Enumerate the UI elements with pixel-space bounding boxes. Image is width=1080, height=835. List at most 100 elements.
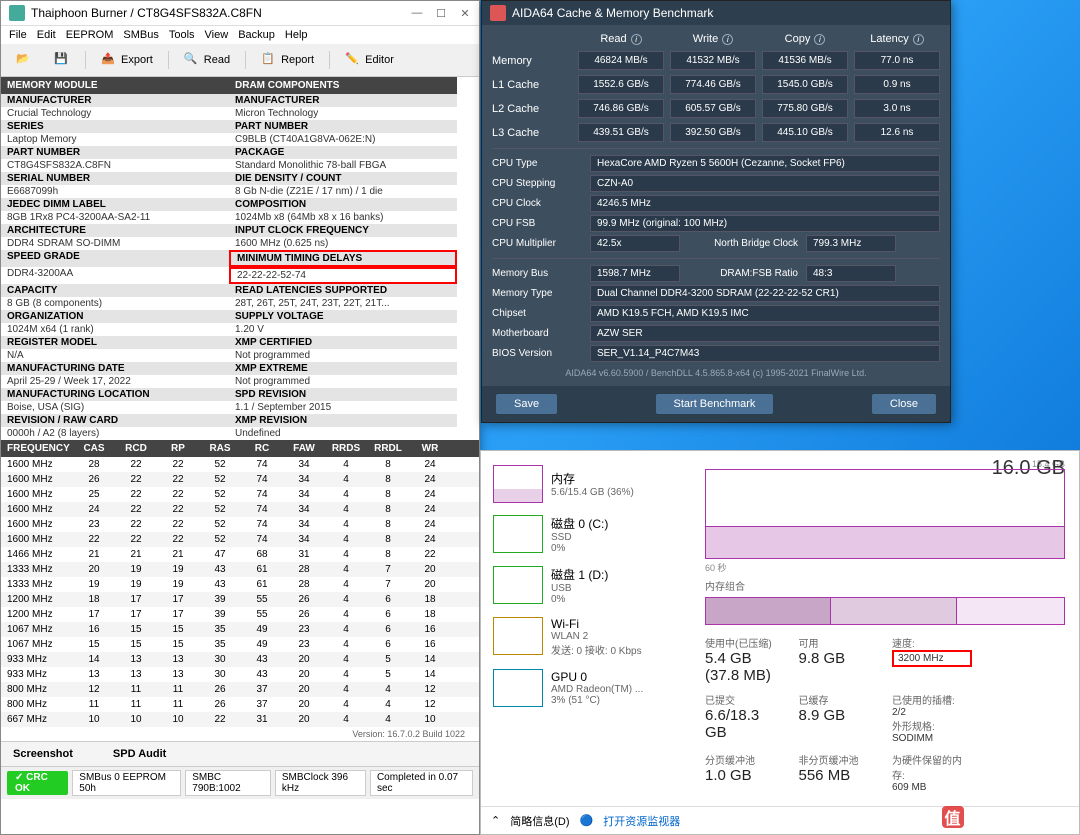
- info-label: COMPOSITION: [229, 198, 457, 211]
- info-label: READ LATENCIES SUPPORTED: [229, 284, 457, 297]
- sidebar-item-memory[interactable]: 内存5.6/15.4 GB (36%): [489, 459, 683, 509]
- aida-bench-row: L3 Cache439.51 GB/s392.50 GB/s445.10 GB/…: [492, 123, 940, 142]
- sidebar-item-disk1[interactable]: 磁盘 1 (D:)USB0%: [489, 560, 683, 611]
- bench-value[interactable]: 41536 MB/s: [762, 51, 848, 70]
- resmon-link[interactable]: 打开资源监视器: [603, 813, 680, 829]
- menu-file[interactable]: File: [9, 29, 27, 41]
- menu-backup[interactable]: Backup: [238, 29, 275, 41]
- export-icon: 📤: [101, 52, 117, 68]
- menu-edit[interactable]: Edit: [37, 29, 56, 41]
- info-label: XMP EXTREME: [229, 362, 457, 375]
- start-benchmark-button[interactable]: Start Benchmark: [656, 394, 774, 414]
- aida-info-row: CPU TypeHexaCore AMD Ryzen 5 5600H (Ceza…: [492, 155, 940, 172]
- sidebar-item-gpu[interactable]: GPU 0AMD Radeon(TM) ...3% (51 °C): [489, 663, 683, 713]
- menu-tools[interactable]: Tools: [169, 29, 195, 41]
- info-value: 0000h / A2 (8 layers): [1, 427, 229, 440]
- close-button[interactable]: Close: [872, 394, 936, 414]
- info-label: SERIES: [1, 120, 229, 133]
- freq-row: 1333 MHz2019194361284720: [1, 562, 479, 577]
- bench-value[interactable]: 392.50 GB/s: [670, 123, 756, 142]
- save-button[interactable]: 💾: [45, 48, 79, 72]
- save-button[interactable]: Save: [496, 394, 557, 414]
- bench-value[interactable]: 77.0 ns: [854, 51, 940, 70]
- spd-audit-button[interactable]: SPD Audit: [113, 748, 166, 760]
- status-clock: SMBClock 396 kHz: [275, 770, 366, 796]
- info-label: SUPPLY VOLTAGE: [229, 310, 457, 323]
- info-value: 8 Gb N-die (Z21E / 17 nm) / 1 die: [229, 185, 457, 198]
- menu-smbus[interactable]: SMBus: [123, 29, 158, 41]
- freq-row: 933 MHz1313133043204514: [1, 667, 479, 682]
- bench-value[interactable]: 0.9 ns: [854, 75, 940, 94]
- toolbar: 📂 💾 📤Export 🔍Read 📋Report ✏️Editor: [1, 44, 479, 77]
- info-label: ORGANIZATION: [1, 310, 229, 323]
- info-value: N/A: [1, 349, 229, 362]
- details-toggle[interactable]: 简略信息(D): [510, 813, 569, 829]
- bench-value[interactable]: 775.80 GB/s: [762, 99, 848, 118]
- info-label: SERIAL NUMBER: [1, 172, 229, 185]
- bench-value[interactable]: 12.6 ns: [854, 123, 940, 142]
- sidebar-item-wifi[interactable]: Wi-FiWLAN 2发送: 0 接收: 0 Kbps: [489, 611, 683, 663]
- menu-view[interactable]: View: [205, 29, 229, 41]
- close-button[interactable]: ✕: [459, 7, 471, 19]
- screenshot-button[interactable]: Screenshot: [13, 748, 73, 760]
- info-icon[interactable]: i: [913, 34, 924, 45]
- bench-value[interactable]: 41532 MB/s: [670, 51, 756, 70]
- resmon-icon: 🔵: [580, 814, 594, 827]
- aida-info-row: BIOS VersionSER_V1.14_P4C7M43: [492, 345, 940, 362]
- info-icon[interactable]: i: [814, 34, 825, 45]
- bench-value[interactable]: 746.86 GB/s: [578, 99, 664, 118]
- tm-sidebar: 内存5.6/15.4 GB (36%) 磁盘 0 (C:)SSD0% 磁盘 1 …: [481, 451, 691, 806]
- menu-help[interactable]: Help: [285, 29, 308, 41]
- folder-icon: 📂: [16, 52, 32, 68]
- memory-usage-graph: [705, 469, 1065, 559]
- freq-row: 1600 MHz2822225274344824: [1, 457, 479, 472]
- menubar: File Edit EEPROM SMBus Tools View Backup…: [1, 26, 479, 44]
- bench-value[interactable]: 3.0 ns: [854, 99, 940, 118]
- report-button[interactable]: 📋Report: [252, 48, 323, 72]
- bench-value[interactable]: 445.10 GB/s: [762, 123, 848, 142]
- aida-icon: [490, 5, 506, 21]
- thaiphon-titlebar: Thaiphoon Burner / CT8G4SFS832A.C8FN — ☐…: [1, 1, 479, 26]
- menu-eeprom[interactable]: EEPROM: [66, 29, 114, 41]
- info-value: 1024Mb x8 (64Mb x8 x 16 banks): [229, 211, 457, 224]
- frequency-table-header: FREQUENCYCASRCDRPRASRCFAWRRDSRRDLWR: [1, 440, 479, 457]
- bench-value[interactable]: 1552.6 GB/s: [578, 75, 664, 94]
- freq-row: 1200 MHz1817173955264618: [1, 592, 479, 607]
- aida-bench-row: Memory46824 MB/s41532 MB/s41536 MB/s77.0…: [492, 51, 940, 70]
- memory-bus-row: Memory Bus1598.7 MHz DRAM:FSB Ratio48:3: [492, 265, 940, 282]
- bench-value[interactable]: 1545.0 GB/s: [762, 75, 848, 94]
- status-time: Completed in 0.07 sec: [370, 770, 473, 796]
- export-button[interactable]: 📤Export: [92, 48, 162, 72]
- editor-button[interactable]: ✏️Editor: [336, 48, 403, 72]
- freq-row: 1600 MHz2422225274344824: [1, 502, 479, 517]
- bench-value[interactable]: 774.46 GB/s: [670, 75, 756, 94]
- bench-value[interactable]: 605.57 GB/s: [670, 99, 756, 118]
- info-label: MANUFACTURER: [1, 94, 229, 107]
- thaiphon-window: Thaiphoon Burner / CT8G4SFS832A.C8FN — ☐…: [0, 0, 480, 835]
- aida-actions: Save Start Benchmark Close: [482, 386, 950, 422]
- info-label: MINIMUM TIMING DELAYS: [229, 250, 457, 267]
- pencil-icon: ✏️: [345, 52, 361, 68]
- open-button[interactable]: 📂: [7, 48, 41, 72]
- sidebar-item-disk0[interactable]: 磁盘 0 (C:)SSD0%: [489, 509, 683, 560]
- freq-row: 1600 MHz2622225274344824: [1, 472, 479, 487]
- bench-value[interactable]: 46824 MB/s: [578, 51, 664, 70]
- info-icon[interactable]: i: [631, 34, 642, 45]
- info-label: MANUFACTURER: [229, 94, 457, 107]
- aida-info-row: Memory TypeDual Channel DDR4-3200 SDRAM …: [492, 285, 940, 302]
- info-value: Boise, USA (SIG): [1, 401, 229, 414]
- minimize-button[interactable]: —: [411, 7, 423, 19]
- info-icon[interactable]: i: [722, 34, 733, 45]
- task-manager-window: 16.0 GB 内存5.6/15.4 GB (36%) 磁盘 0 (C:)SSD…: [480, 450, 1080, 835]
- aida-info-row: CPU SteppingCZN-A0: [492, 175, 940, 192]
- window-title: Thaiphoon Burner / CT8G4SFS832A.C8FN: [31, 6, 411, 20]
- memory-module-header: MEMORY MODULE: [1, 77, 229, 94]
- read-button[interactable]: 🔍Read: [175, 48, 239, 72]
- info-label: CAPACITY: [1, 284, 229, 297]
- bench-value[interactable]: 439.51 GB/s: [578, 123, 664, 142]
- tm-detail-panel: 15.4 GB 60 秒 内存组合 使用中(已压缩)5.4 GB (37.8 M…: [691, 451, 1079, 806]
- info-label: PACKAGE: [229, 146, 457, 159]
- maximize-button[interactable]: ☐: [435, 7, 447, 19]
- chevron-icon[interactable]: ⌃: [491, 814, 500, 827]
- status-smbc: SMBC 790B:1002: [185, 770, 271, 796]
